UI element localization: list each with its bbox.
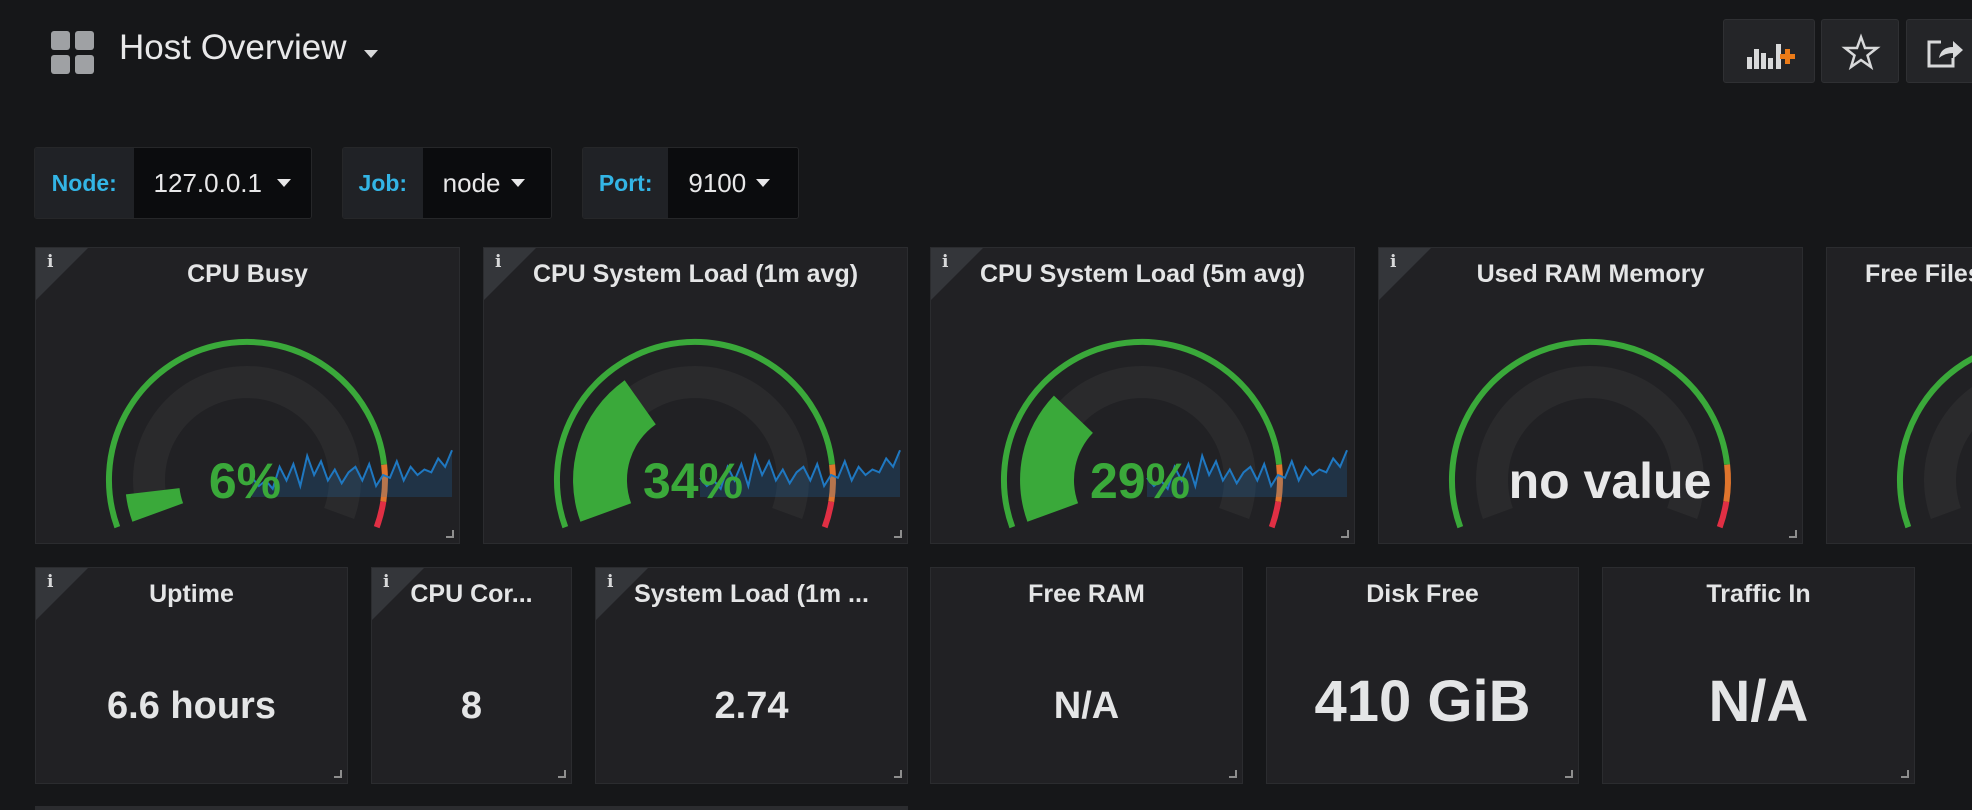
add-panel-button[interactable] xyxy=(1723,19,1815,83)
caret-down-icon xyxy=(756,179,771,187)
panel-system-load-1m[interactable]: i System Load (1m ... 2.74 xyxy=(595,567,908,784)
dashboards-grid-icon[interactable] xyxy=(51,31,95,75)
variable-port-label: Port: xyxy=(583,148,669,218)
panel-free-files[interactable]: Free Files xyxy=(1826,247,1972,544)
stat-value: N/A xyxy=(1708,669,1809,734)
stat-value: N/A xyxy=(1053,685,1120,727)
star-button[interactable] xyxy=(1821,19,1899,83)
resize-handle-icon[interactable] xyxy=(334,770,342,778)
variable-node-label: Node: xyxy=(35,148,134,218)
caret-down-icon xyxy=(276,179,291,187)
panel-title[interactable]: Free RAM xyxy=(931,580,1242,609)
resize-handle-icon[interactable] xyxy=(1565,770,1573,778)
panel-title[interactable]: Free Files xyxy=(1865,260,1972,289)
next-row-panel-edge xyxy=(35,806,908,810)
panel-free-ram[interactable]: Free RAM N/A xyxy=(930,567,1243,784)
resize-handle-icon[interactable] xyxy=(1341,530,1349,538)
stat-value: 410 GiB xyxy=(1314,669,1531,734)
panel-cpu-cores[interactable]: i CPU Cor... 8 xyxy=(371,567,572,784)
resize-handle-icon[interactable] xyxy=(894,770,902,778)
panel-title[interactable]: Traffic In xyxy=(1603,580,1914,609)
job-select[interactable]: node xyxy=(422,148,551,218)
stat-value: 6.6 hours xyxy=(107,685,276,727)
port-select-value: 9100 xyxy=(688,167,747,198)
panel-traffic-in[interactable]: Traffic In N/A xyxy=(1602,567,1915,784)
resize-handle-icon[interactable] xyxy=(894,530,902,538)
panel-title[interactable]: Used RAM Memory xyxy=(1379,260,1802,289)
dashboard-title[interactable]: Host Overview xyxy=(119,28,347,68)
resize-handle-icon[interactable] xyxy=(446,530,454,538)
resize-handle-icon[interactable] xyxy=(558,770,566,778)
gauge-value: 29% xyxy=(1089,453,1191,509)
job-select-value: node xyxy=(442,167,501,198)
gauge-value: 34% xyxy=(642,453,744,509)
panel-title[interactable]: System Load (1m ... xyxy=(596,580,907,609)
caret-down-icon[interactable] xyxy=(364,50,378,58)
stat-value: 8 xyxy=(460,685,483,727)
variable-node: Node: 127.0.0.1 xyxy=(34,147,312,219)
panel-title[interactable]: CPU Cor... xyxy=(372,580,571,609)
caret-down-icon xyxy=(510,179,525,187)
stat-value: 2.74 xyxy=(714,685,789,727)
dashboard-navbar: Host Overview xyxy=(0,0,1972,110)
panel-title[interactable]: CPU System Load (5m avg) xyxy=(931,260,1354,289)
add-panel-icon xyxy=(1747,44,1795,69)
panel-title[interactable]: CPU System Load (1m avg) xyxy=(484,260,907,289)
star-icon xyxy=(1841,33,1881,71)
panel-disk-free[interactable]: Disk Free 410 GiB xyxy=(1266,567,1579,784)
resize-handle-icon[interactable] xyxy=(1229,770,1237,778)
variable-port: Port: 9100 xyxy=(582,147,799,219)
share-button[interactable] xyxy=(1906,19,1972,83)
panel-uptime[interactable]: i Uptime 6.6 hours xyxy=(35,567,348,784)
node-select[interactable]: 127.0.0.1 xyxy=(133,148,311,218)
variable-job: Job: node xyxy=(342,147,552,219)
variable-job-label: Job: xyxy=(343,148,423,218)
panel-title[interactable]: CPU Busy xyxy=(36,260,459,289)
gauge-value: 6% xyxy=(208,453,282,509)
resize-handle-icon[interactable] xyxy=(1789,530,1797,538)
node-select-value: 127.0.0.1 xyxy=(153,167,262,198)
resize-handle-icon[interactable] xyxy=(1901,770,1909,778)
port-select[interactable]: 9100 xyxy=(668,148,798,218)
share-icon xyxy=(1927,40,1963,68)
panel-title[interactable]: Disk Free xyxy=(1267,580,1578,609)
panel-title[interactable]: Uptime xyxy=(36,580,347,609)
gauge-value: no value xyxy=(1508,453,1712,509)
